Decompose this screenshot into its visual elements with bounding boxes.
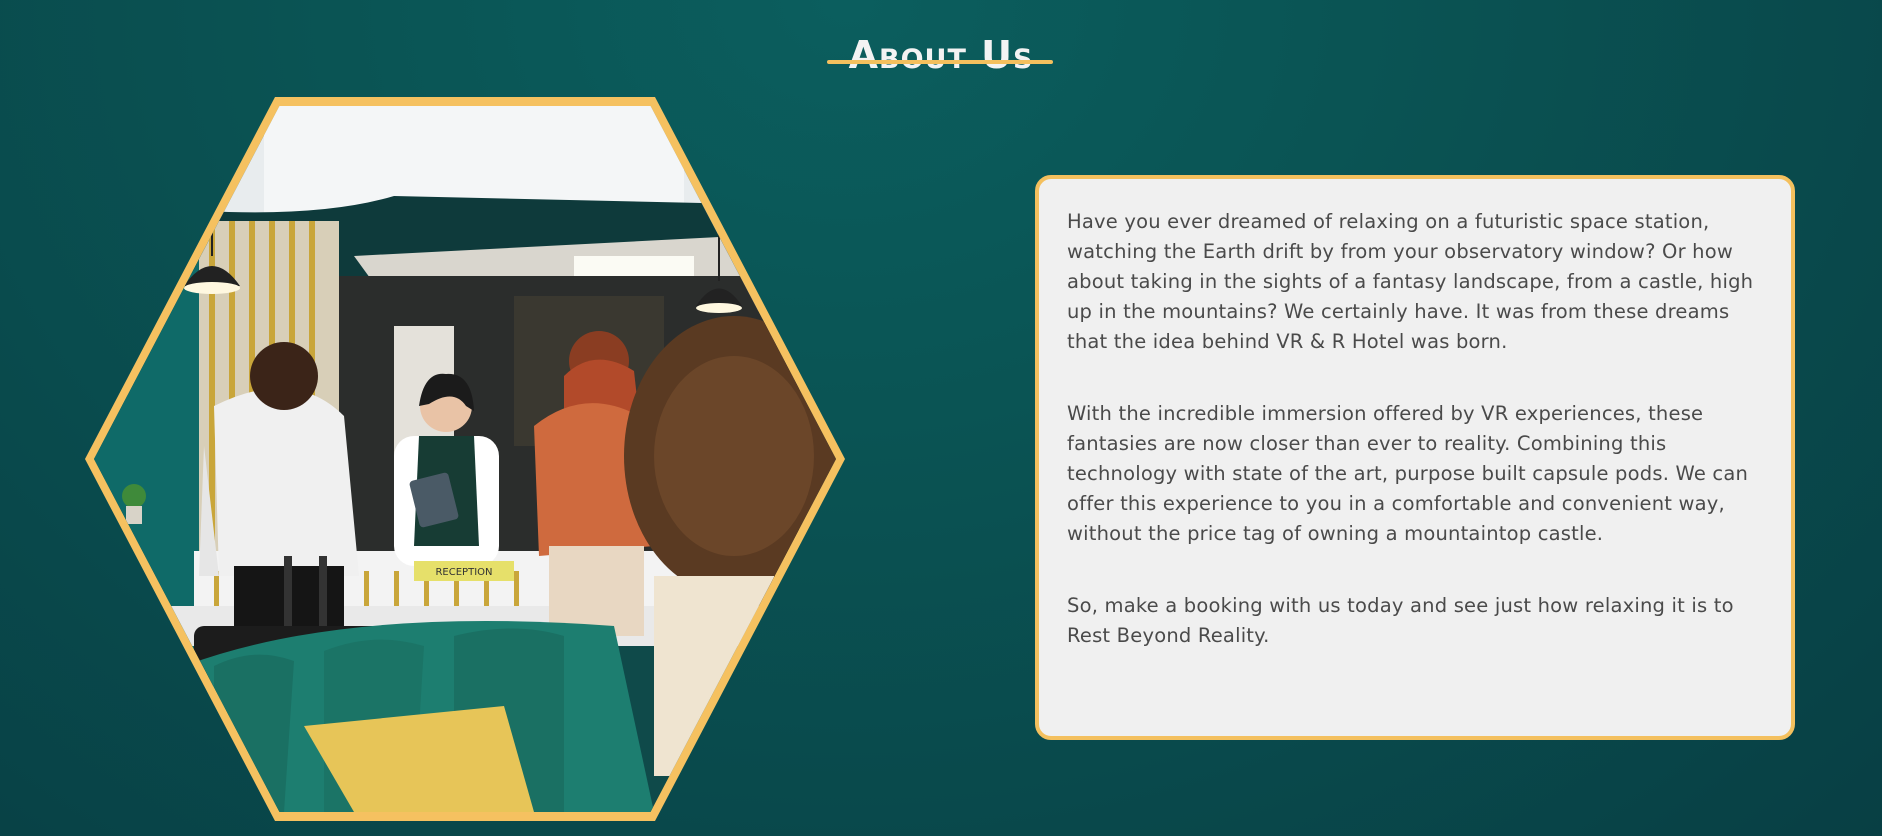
about-section: About Us RECEPTION Have you ever dreamed…: [0, 0, 1882, 836]
about-paragraph-2: With the incredible immersion offered by…: [1067, 402, 1749, 545]
title-underline: [827, 60, 1053, 64]
reception-illustration: RECEPTION: [94, 106, 836, 812]
reception-sign: RECEPTION: [435, 567, 492, 578]
reception-photo: RECEPTION: [94, 106, 836, 812]
about-paragraph-1: Have you ever dreamed of relaxing on a f…: [1067, 210, 1754, 353]
about-paragraph-3: So, make a booking with us today and see…: [1067, 594, 1734, 647]
title-wrap: About Us: [0, 8, 1882, 109]
about-card: Have you ever dreamed of relaxing on a f…: [1035, 175, 1795, 740]
page-title: About Us: [848, 33, 1034, 78]
